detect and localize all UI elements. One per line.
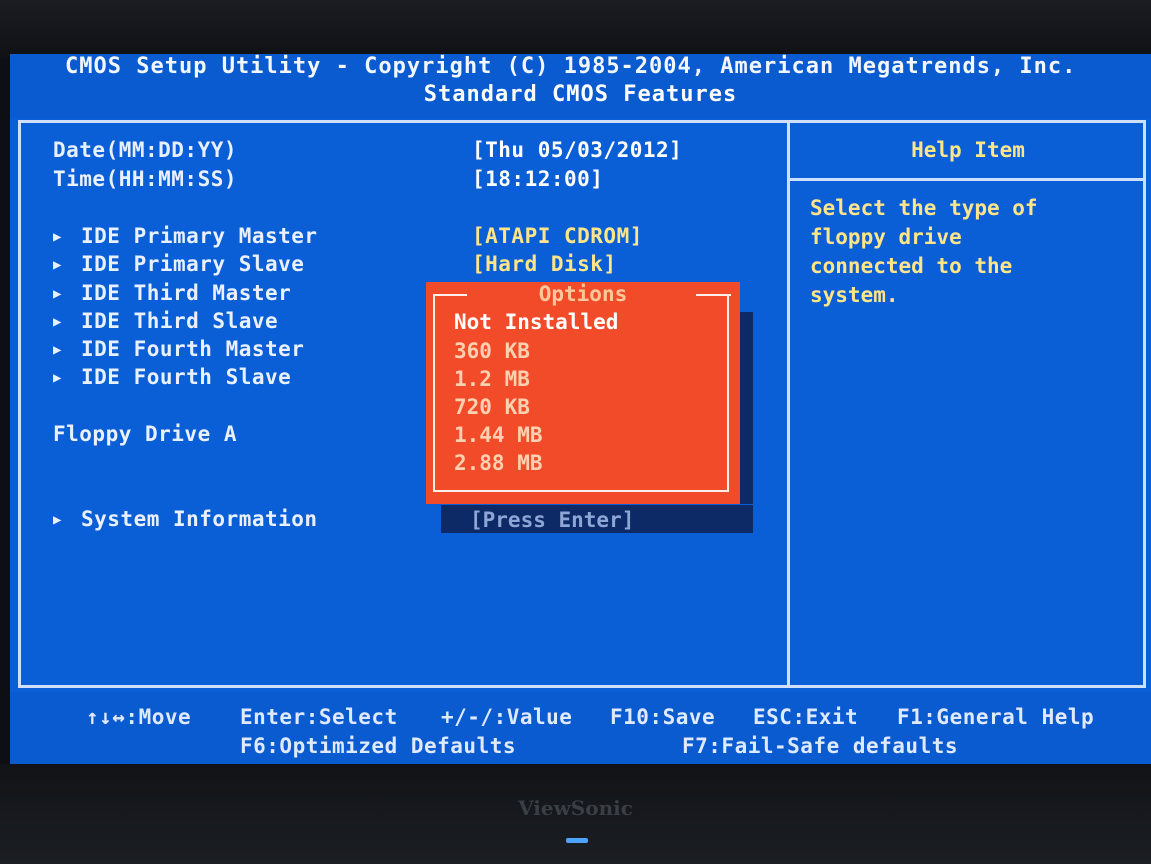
key-move: ↑↓↔:Move xyxy=(86,705,192,729)
utility-title: CMOS Setup Utility - Copyright (C) 1985-… xyxy=(65,54,1077,79)
date-value[interactable]: [Thu 05/03/2012] xyxy=(472,138,682,162)
system-information-label: System Information xyxy=(81,507,318,531)
submenu-arrow-icon: ▶ xyxy=(53,229,62,245)
option-2-88mb[interactable]: 2.88 MB xyxy=(454,451,543,475)
monitor-brand-logo: ViewSonic xyxy=(518,796,633,820)
press-enter-value[interactable]: [Press Enter] xyxy=(470,508,634,532)
floppy-drive-label[interactable]: Floppy Drive A xyxy=(53,422,237,446)
date-label: Date(MM:DD:YY) xyxy=(53,138,238,162)
option-1-44mb[interactable]: 1.44 MB xyxy=(454,423,543,447)
ide-label: IDE Third Master xyxy=(81,281,292,305)
option-1-2mb[interactable]: 1.2 MB xyxy=(454,367,530,391)
submenu-arrow-icon: ▶ xyxy=(53,512,62,528)
key-failsafe-defaults: F7:Fail-Safe defaults xyxy=(682,734,959,758)
submenu-arrow-icon: ▶ xyxy=(53,370,62,386)
key-save: F10:Save xyxy=(610,705,716,729)
key-value: +/-/:Value xyxy=(441,705,573,729)
ide-label: IDE Third Slave xyxy=(81,309,279,333)
page-title: Standard CMOS Features xyxy=(423,82,738,107)
title-bar: CMOS Setup Utility - Copyright (C) 1985-… xyxy=(10,54,1151,118)
ide-label: IDE Primary Slave xyxy=(81,252,305,276)
monitor-bezel-top xyxy=(0,0,1151,58)
submenu-arrow-icon: ▶ xyxy=(53,314,62,330)
popup-title: Options xyxy=(538,282,628,306)
key-help-footer: ↑↓↔:Move Enter:Select +/-/:Value F10:Sav… xyxy=(10,692,1151,764)
submenu-arrow-icon: ▶ xyxy=(53,342,62,358)
key-exit: ESC:Exit xyxy=(753,705,859,729)
key-select: Enter:Select xyxy=(240,705,398,729)
power-led-icon xyxy=(566,838,588,843)
panel-divider xyxy=(787,120,790,688)
ide-value: [Hard Disk] xyxy=(472,252,617,276)
option-720kb[interactable]: 720 KB xyxy=(454,395,530,419)
help-text: Select the type of floppy drive connecte… xyxy=(810,196,1038,307)
help-separator xyxy=(790,178,1146,181)
key-general-help: F1:General Help xyxy=(897,705,1095,729)
help-title: Help Item xyxy=(911,138,1025,162)
option-not-installed[interactable]: Not Installed xyxy=(454,310,618,334)
submenu-arrow-icon: ▶ xyxy=(53,257,62,273)
bios-screen: CMOS Setup Utility - Copyright (C) 1985-… xyxy=(10,54,1151,764)
time-value[interactable]: [18:12:00] xyxy=(472,167,603,191)
key-optimized-defaults: F6:Optimized Defaults xyxy=(240,734,517,758)
time-label: Time(HH:MM:SS) xyxy=(53,167,238,191)
ide-label: IDE Fourth Master xyxy=(81,337,305,361)
options-popup: Options Not Installed 360 KB 1.2 MB 720 … xyxy=(426,282,740,504)
ide-value: [ATAPI CDROM] xyxy=(472,224,643,248)
ide-label: IDE Primary Master xyxy=(81,224,318,248)
submenu-arrow-icon: ▶ xyxy=(53,286,62,302)
ide-label: IDE Fourth Slave xyxy=(81,365,292,389)
option-360kb[interactable]: 360 KB xyxy=(454,339,530,363)
